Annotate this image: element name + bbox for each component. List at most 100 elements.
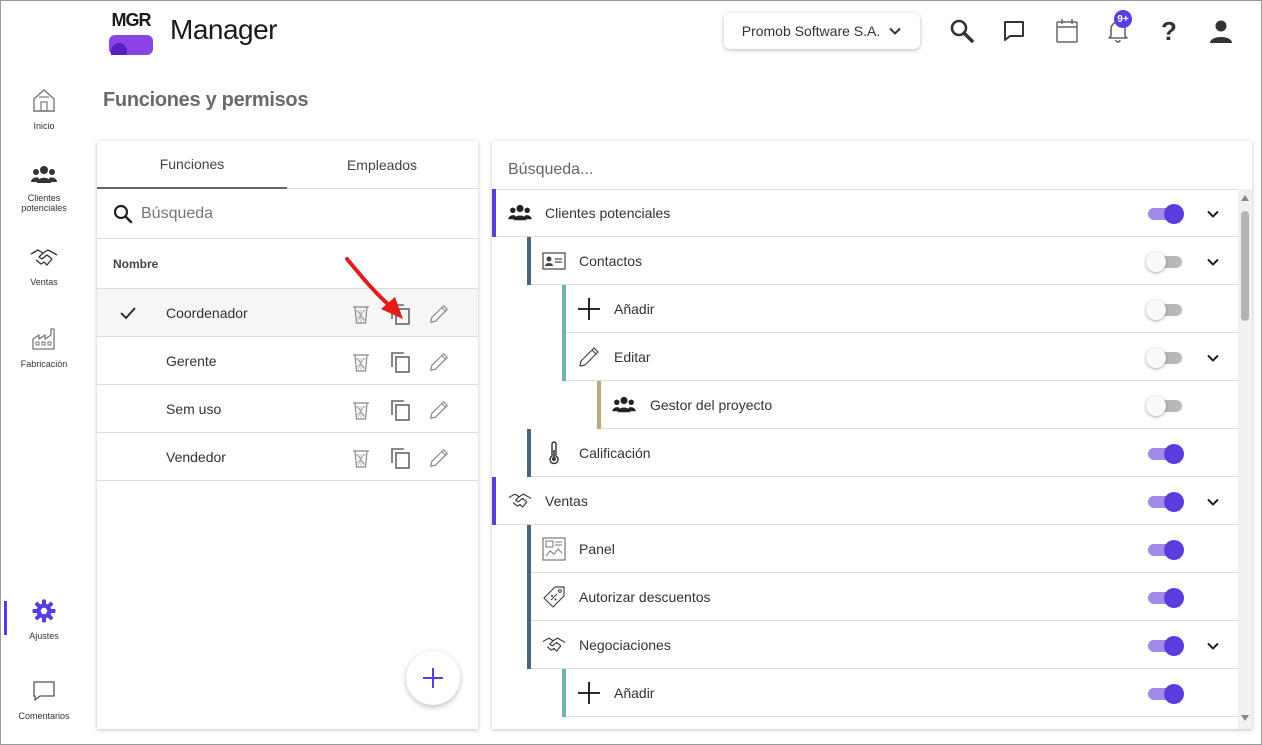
pencil-icon <box>577 345 601 369</box>
role-row[interactable]: Gerente <box>97 337 478 385</box>
permission-row: Añadir <box>562 669 1238 717</box>
permission-toggle[interactable] <box>1146 298 1184 320</box>
thermometer-icon <box>542 441 566 465</box>
chevron-down-icon[interactable] <box>1205 638 1221 654</box>
trash-icon[interactable] <box>350 447 372 474</box>
edit-pencil-icon[interactable] <box>428 303 450 330</box>
permission-toggle[interactable] <box>1146 394 1184 416</box>
roles-search-input[interactable] <box>141 204 441 223</box>
permission-row: Ventas <box>492 477 1238 525</box>
app-title: Manager <box>170 14 278 45</box>
sidebar-item-label: Comentarios <box>18 711 70 721</box>
chat-icon[interactable] <box>1000 17 1028 45</box>
role-name: Sem uso <box>166 400 222 417</box>
permissions-search-input[interactable]: Búsqueda... <box>508 161 593 179</box>
sidebar-item-label: Inicio <box>33 121 55 131</box>
permission-row: Panel <box>527 525 1238 573</box>
sidebar-item-clientes[interactable]: Clientes potenciales <box>5 165 83 213</box>
permission-toggle[interactable] <box>1146 250 1184 272</box>
permission-toggle[interactable] <box>1146 490 1184 512</box>
factory-icon <box>32 328 55 350</box>
sidebar-item-ventas[interactable]: Ventas <box>5 247 83 287</box>
contact-card-icon <box>542 249 566 273</box>
duplicate-icon[interactable] <box>390 447 412 474</box>
plus-icon <box>577 681 601 705</box>
sidebar-item-label: Fabricación <box>20 359 68 369</box>
permission-row: Gestor del proyecto <box>597 381 1238 429</box>
add-role-button[interactable] <box>406 651 460 705</box>
trash-icon[interactable] <box>350 351 372 378</box>
sidebar-item-comentarios[interactable]: Comentarios <box>5 679 83 721</box>
roles-tabs: Funciones Empleados <box>97 141 478 189</box>
duplicate-icon[interactable] <box>390 399 412 426</box>
edit-pencil-icon[interactable] <box>428 399 450 426</box>
permission-row: Clientes potenciales <box>492 189 1238 237</box>
permission-toggle[interactable] <box>1146 202 1184 224</box>
sidebar-item-label: Ventas <box>30 277 58 287</box>
scrollbar-thumb[interactable] <box>1241 211 1249 321</box>
user-avatar-icon[interactable] <box>1207 17 1235 45</box>
sidebar-item-ajustes[interactable]: Ajustes <box>5 599 83 641</box>
role-name: Gerente <box>166 352 217 369</box>
notifications-badge: 9+ <box>1114 10 1132 28</box>
edit-pencil-icon[interactable] <box>428 351 450 378</box>
role-name: Vendedor <box>166 448 226 465</box>
role-row[interactable]: Sem uso <box>97 385 478 433</box>
chevron-down-icon[interactable] <box>1205 350 1221 366</box>
trash-icon[interactable] <box>350 399 372 426</box>
permission-toggle[interactable] <box>1146 682 1184 704</box>
people-icon <box>612 393 636 417</box>
permission-toggle[interactable] <box>1146 586 1184 608</box>
plus-icon <box>577 297 601 321</box>
handshake-icon <box>542 633 566 657</box>
permission-label: Negociaciones <box>579 636 671 653</box>
chevron-down-icon <box>889 27 901 35</box>
sidebar-item-inicio[interactable]: Inicio <box>5 87 83 131</box>
permissions-scrollbar[interactable] <box>1238 189 1252 729</box>
search-icon[interactable] <box>948 17 976 45</box>
calendar-icon[interactable] <box>1053 17 1081 45</box>
duplicate-icon[interactable] <box>390 351 412 378</box>
permission-label: Gestor del proyecto <box>650 396 773 413</box>
roles-panel: Funciones Empleados Nombre Coordenador Ge… <box>97 141 478 729</box>
annotation-arrow <box>345 257 403 319</box>
permission-label: Añadir <box>614 300 655 317</box>
permission-label: Calificación <box>579 444 651 461</box>
chevron-down-icon[interactable] <box>1205 206 1221 222</box>
app-logo[interactable]: MGR <box>107 7 155 55</box>
permission-toggle[interactable] <box>1146 442 1184 464</box>
plus-icon <box>423 668 443 688</box>
app-window: MGR Manager Promob Software S.A. 9+ ? In… <box>0 0 1262 745</box>
sidebar-item-fabricacion[interactable]: Fabricación <box>5 327 83 369</box>
permission-toggle[interactable] <box>1146 634 1184 656</box>
gear-icon <box>32 599 56 623</box>
permission-row: Añadir <box>562 285 1238 333</box>
people-icon <box>31 166 57 183</box>
permission-label: Clientes potenciales <box>545 204 671 221</box>
permission-toggle[interactable] <box>1146 538 1184 560</box>
edit-pencil-icon[interactable] <box>428 447 450 474</box>
role-name: Coordenador <box>166 304 248 321</box>
tab-funciones[interactable]: Funciones <box>97 141 287 189</box>
people-icon <box>508 201 532 225</box>
help-icon[interactable]: ? <box>1155 16 1183 46</box>
chevron-down-icon[interactable] <box>1205 254 1221 270</box>
page-title: Funciones y permisos <box>103 89 309 111</box>
permission-toggle[interactable] <box>1146 346 1184 368</box>
handshake-icon <box>30 249 58 266</box>
check-icon <box>120 307 136 320</box>
permission-row: Autorizar descuentos <box>527 573 1238 621</box>
search-icon <box>113 204 133 223</box>
house-icon <box>33 89 55 112</box>
permission-row: Contactos <box>527 237 1238 285</box>
permission-label: Contactos <box>579 252 643 269</box>
roles-search <box>97 189 478 239</box>
company-selector[interactable]: Promob Software S.A. <box>724 13 920 49</box>
chevron-down-icon[interactable] <box>1205 494 1221 510</box>
discount-tag-icon <box>542 585 566 609</box>
permission-label: Ventas <box>545 492 588 509</box>
tab-empleados[interactable]: Empleados <box>287 141 477 189</box>
role-row[interactable]: Vendedor <box>97 433 478 481</box>
column-header-nombre: Nombre <box>113 257 159 271</box>
permission-row: Negociaciones <box>527 621 1238 669</box>
